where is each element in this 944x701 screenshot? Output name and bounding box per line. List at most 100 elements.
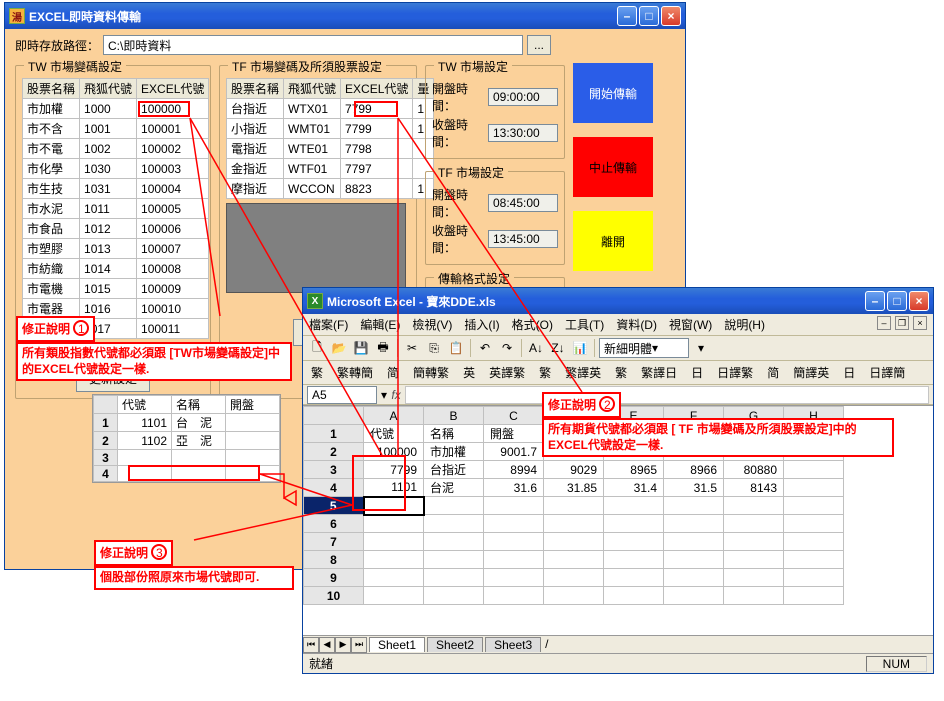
translate-item[interactable]: 簡譯英: [789, 363, 833, 382]
translate-item[interactable]: 英: [459, 363, 479, 382]
new-icon[interactable]: 🗋: [307, 338, 327, 358]
table-row[interactable]: 市紡織1014100008: [23, 259, 209, 279]
maximize-button[interactable]: □: [639, 6, 659, 26]
table-row[interactable]: 市加權1000100000: [23, 99, 209, 119]
fx-icon[interactable]: fx: [387, 388, 405, 402]
translate-item[interactable]: 繁轉簡: [333, 363, 377, 382]
mdi-min-icon[interactable]: –: [877, 316, 891, 330]
table-row[interactable]: 小指近WMT0177991: [227, 119, 434, 139]
menu-item[interactable]: 工具(T): [565, 316, 604, 333]
translate-item[interactable]: 繁: [535, 363, 555, 382]
excel-toolbar[interactable]: 🗋 📂 💾 🖶 ✂ ⎘ 📋 ↶ ↷ A↓ Z↓ 📊 新細明體 ▾ ▾: [303, 336, 933, 361]
sort-desc-icon[interactable]: Z↓: [548, 338, 568, 358]
tab-nav-next-icon[interactable]: ▶: [335, 637, 351, 653]
menu-item[interactable]: 視窗(W): [669, 316, 712, 333]
sort-asc-icon[interactable]: A↓: [526, 338, 546, 358]
translate-item[interactable]: 日: [839, 363, 859, 382]
mdi-close-icon[interactable]: ×: [913, 316, 927, 330]
table-row[interactable]: 市水泥1011100005: [23, 199, 209, 219]
open-icon[interactable]: 📂: [329, 338, 349, 358]
name-box[interactable]: A5: [307, 386, 377, 404]
excel-minimize-button[interactable]: –: [865, 291, 885, 311]
table-row[interactable]: 9: [304, 569, 844, 587]
translate-item[interactable]: 繁譯英: [561, 363, 605, 382]
sheet-tab[interactable]: Sheet2: [427, 637, 483, 652]
tab-nav-last-icon[interactable]: ⏭: [351, 637, 367, 653]
tab-nav-prev-icon[interactable]: ◀: [319, 637, 335, 653]
leave-button[interactable]: 離開: [573, 211, 653, 271]
col-header[interactable]: B: [424, 407, 484, 425]
table-row[interactable]: 電指近WTE017798: [227, 139, 434, 159]
menu-item[interactable]: 資料(D): [616, 316, 657, 333]
paste-icon[interactable]: 📋: [446, 338, 466, 358]
mdi-restore-icon[interactable]: ❐: [895, 316, 909, 330]
table-row[interactable]: 4: [94, 466, 280, 482]
translate-item[interactable]: 英譯繁: [485, 363, 529, 382]
redo-icon[interactable]: ↷: [497, 338, 517, 358]
tf-open-input[interactable]: [488, 194, 558, 212]
table-row[interactable]: 金指近WTF017797: [227, 159, 434, 179]
translate-item[interactable]: 繁譯日: [637, 363, 681, 382]
browse-button[interactable]: ...: [527, 35, 551, 55]
table-row[interactable]: 10: [304, 587, 844, 605]
table-row[interactable]: 市食品1012100006: [23, 219, 209, 239]
sheet-tabs[interactable]: ⏮ ◀ ▶ ⏭ Sheet1Sheet2Sheet3/: [303, 635, 933, 653]
col-header[interactable]: [304, 407, 364, 425]
font-selector[interactable]: 新細明體 ▾: [599, 338, 689, 358]
menu-item[interactable]: 檢視(V): [412, 316, 452, 333]
menu-item[interactable]: 插入(I): [464, 316, 499, 333]
menu-item[interactable]: 編輯(E): [360, 316, 400, 333]
minimize-button[interactable]: –: [617, 6, 637, 26]
menu-item[interactable]: 檔案(F): [309, 316, 348, 333]
tw-table[interactable]: 股票名稱飛狐代號EXCEL代號市加權1000100000市不含100110000…: [22, 78, 209, 339]
table-row[interactable]: 8: [304, 551, 844, 569]
table-row[interactable]: 市不電1002100002: [23, 139, 209, 159]
translate-item[interactable]: 繁: [611, 363, 631, 382]
tw-close-input[interactable]: [488, 124, 558, 142]
col-header[interactable]: C: [484, 407, 544, 425]
table-row[interactable]: 37799台指近899490298965896680880: [304, 461, 844, 479]
excel-translate-toolbar[interactable]: 繁繁轉簡简簡轉繁英英譯繁繁繁譯英繁繁譯日日日譯繁简簡譯英日日譯簡: [303, 361, 933, 385]
start-button[interactable]: 開始傳輸: [573, 63, 653, 123]
undo-icon[interactable]: ↶: [475, 338, 495, 358]
table-row[interactable]: 6: [304, 515, 844, 533]
sheet-tab[interactable]: Sheet3: [485, 637, 541, 652]
table-row[interactable]: 5: [304, 497, 844, 515]
chart-icon[interactable]: 📊: [570, 338, 590, 358]
formula-input[interactable]: [405, 386, 929, 404]
translate-item[interactable]: 繁: [307, 363, 327, 382]
col-header[interactable]: A: [364, 407, 424, 425]
table-row[interactable]: 41101台泥31.631.8531.431.58143: [304, 479, 844, 497]
cut-icon[interactable]: ✂: [402, 338, 422, 358]
table-row[interactable]: 11101台 泥: [94, 414, 280, 432]
table-row[interactable]: 市塑膠1013100007: [23, 239, 209, 259]
save-icon[interactable]: 💾: [351, 338, 371, 358]
tf-close-input[interactable]: [488, 230, 558, 248]
stop-button[interactable]: 中止傳輸: [573, 137, 653, 197]
menu-item[interactable]: 格式(O): [512, 316, 553, 333]
table-row[interactable]: 3: [94, 450, 280, 466]
table-row[interactable]: 台指近WTX0177991: [227, 99, 434, 119]
tw-open-input[interactable]: [488, 88, 558, 106]
translate-item[interactable]: 簡轉繁: [409, 363, 453, 382]
translate-item[interactable]: 简: [383, 363, 403, 382]
path-input[interactable]: [103, 35, 523, 55]
copy-icon[interactable]: ⎘: [424, 338, 444, 358]
tf-table[interactable]: 股票名稱飛狐代號EXCEL代號量台指近WTX0177991小指近WMT01779…: [226, 78, 434, 199]
tab-nav-first-icon[interactable]: ⏮: [303, 637, 319, 653]
excel-close-button[interactable]: ×: [909, 291, 929, 311]
table-row[interactable]: 市化學1030100003: [23, 159, 209, 179]
sheet-tab[interactable]: Sheet1: [369, 637, 425, 652]
excel-menubar[interactable]: 檔案(F) 編輯(E) 檢視(V) 插入(I) 格式(O) 工具(T) 資料(D) 視窗(W)…: [303, 314, 933, 336]
dropdown-icon[interactable]: ▾: [691, 338, 711, 358]
menu-item[interactable]: 說明(H): [724, 316, 765, 333]
print-icon[interactable]: 🖶: [373, 338, 393, 358]
table-row[interactable]: 7: [304, 533, 844, 551]
translate-item[interactable]: 日譯繁: [713, 363, 757, 382]
table-row[interactable]: 市不含1001100001: [23, 119, 209, 139]
translate-item[interactable]: 简: [763, 363, 783, 382]
table-row[interactable]: 21102亞 泥: [94, 432, 280, 450]
table-row[interactable]: 市生技1031100004: [23, 179, 209, 199]
close-button[interactable]: ×: [661, 6, 681, 26]
app-titlebar[interactable]: 湯 EXCEL即時資料傳輸 – □ ×: [5, 3, 685, 29]
